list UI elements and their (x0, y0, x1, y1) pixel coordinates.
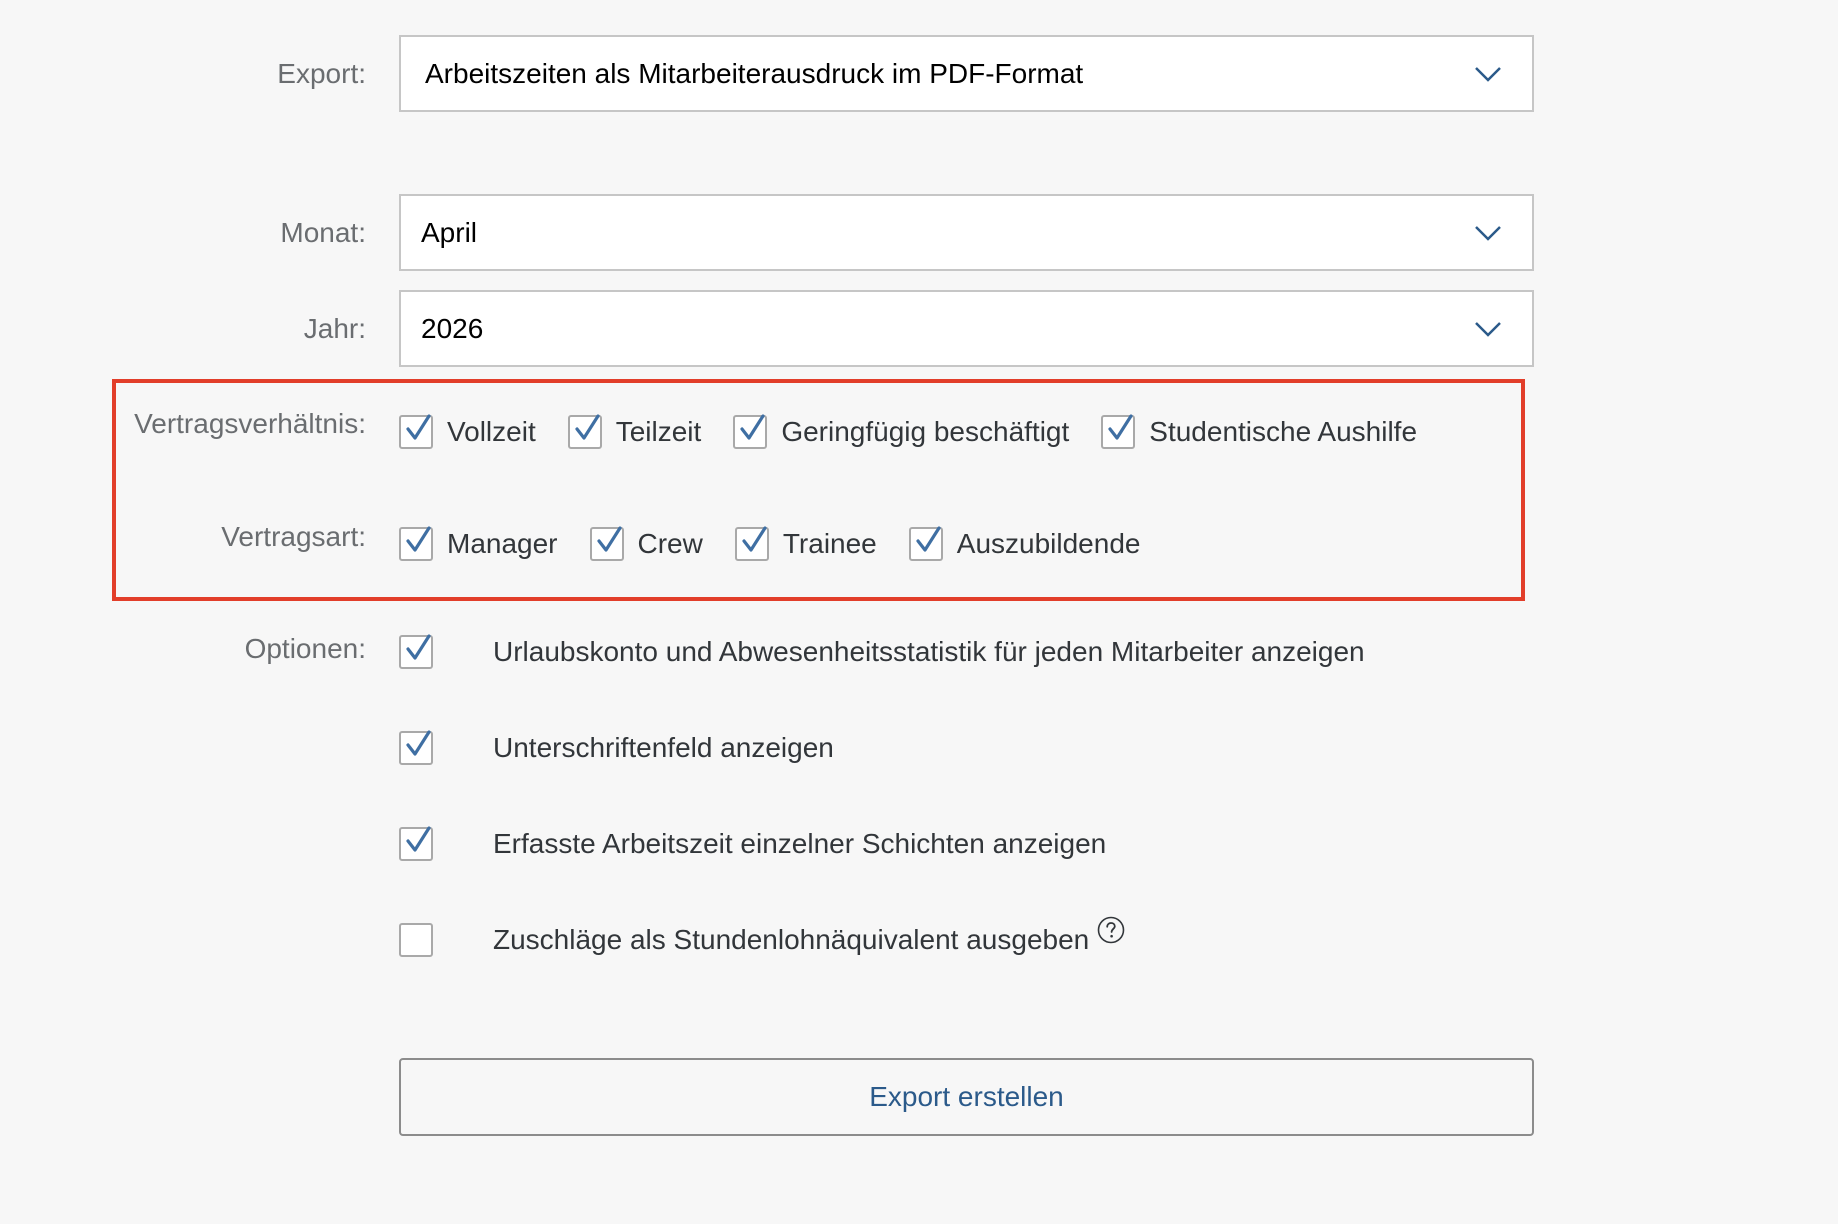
checkbox-box[interactable] (733, 414, 768, 449)
checkbox-box[interactable] (399, 730, 433, 765)
month-label: Monat: (280, 217, 366, 248)
checkbox-trainee[interactable]: Trainee (734, 526, 877, 561)
checkbox-box[interactable] (399, 526, 433, 561)
checkbox-box[interactable] (399, 634, 433, 669)
checkbox-label: Manager (447, 528, 558, 559)
checkmark-icon (406, 634, 431, 660)
year-select-value: 2026 (421, 312, 484, 344)
checkbox-label: Crew (637, 528, 703, 559)
export-label: Export: (277, 58, 366, 89)
month-select-value: April (421, 216, 478, 248)
checkbox-label: Teilzeit (615, 416, 702, 447)
checkbox-box[interactable] (908, 526, 943, 561)
option-erfasste-arbeitszeit[interactable]: Erfasste Arbeitszeit einzelner Schichten… (399, 824, 1106, 864)
contract-relationship-label: Vertragsverhältnis: (134, 408, 366, 439)
checkbox-box[interactable] (734, 526, 769, 561)
export-select-value: Arbeitszeiten als Mitarbeiterausdruck im… (425, 57, 1084, 89)
checkbox-box[interactable] (567, 414, 602, 449)
option-label: Zuschläge als Stundenlohnäquivalent ausg… (493, 924, 1090, 955)
checkbox-label: Auszubildende (956, 528, 1141, 559)
checkbox-geringfuegig[interactable]: Geringfügig beschäftigt (733, 414, 1070, 449)
question-circle-icon[interactable] (1097, 916, 1125, 944)
month-select[interactable]: April (399, 194, 1534, 271)
checkbox-box[interactable] (589, 526, 624, 561)
checkbox-label: Trainee (782, 528, 877, 559)
year-select[interactable]: 2026 (399, 290, 1534, 367)
checkmark-icon (406, 826, 431, 852)
option-urlaubskonto[interactable]: Urlaubskonto und Abwesenheitsstatistik f… (399, 632, 1365, 672)
option-zuschlaege[interactable]: Zuschläge als Stundenlohnäquivalent ausg… (399, 916, 1125, 960)
checkmark-icon (406, 730, 431, 756)
chevron-down-icon[interactable] (1468, 309, 1508, 349)
option-label: Unterschriftenfeld anzeigen (493, 732, 834, 763)
checkbox-studentische-aushilfe[interactable]: Studentische Aushilfe (1101, 414, 1418, 449)
export-select[interactable]: Arbeitszeiten als Mitarbeiterausdruck im… (399, 35, 1534, 112)
checkmark-icon (406, 414, 431, 440)
checkbox-box[interactable] (399, 923, 433, 957)
checkbox-crew[interactable]: Crew (589, 526, 703, 561)
checkmark-icon (575, 414, 600, 440)
year-label: Jahr: (303, 313, 366, 344)
options-label: Optionen: (244, 633, 366, 664)
export-create-button[interactable]: Export erstellen (399, 1058, 1534, 1136)
checkbox-label: Vollzeit (447, 416, 536, 447)
contract-type-row: Manager Crew Trainee Auszubildende (399, 524, 1172, 564)
checkmark-icon (916, 526, 941, 552)
checkbox-label: Studentische Aushilfe (1149, 416, 1418, 447)
checkbox-label: Geringfügig beschäftigt (781, 416, 1070, 447)
checkmark-icon (596, 526, 622, 552)
checkmark-icon (740, 414, 765, 440)
checkbox-box[interactable] (1101, 414, 1136, 449)
checkbox-teilzeit[interactable]: Teilzeit (567, 414, 702, 449)
checkbox-vollzeit[interactable]: Vollzeit (399, 414, 536, 449)
contract-type-label: Vertragsart: (221, 521, 366, 552)
checkbox-box[interactable] (399, 826, 433, 861)
checkmark-icon (1108, 414, 1133, 440)
checkbox-auszubildende[interactable]: Auszubildende (908, 526, 1141, 561)
chevron-down-icon[interactable] (1468, 54, 1508, 94)
option-label: Urlaubskonto und Abwesenheitsstatistik f… (493, 636, 1365, 667)
option-label: Erfasste Arbeitszeit einzelner Schichten… (493, 828, 1107, 859)
checkmark-icon (406, 526, 431, 552)
checkmark-icon (742, 526, 767, 552)
chevron-down-icon[interactable] (1468, 213, 1508, 253)
checkbox-box[interactable] (399, 414, 433, 449)
option-unterschriftenfeld[interactable]: Unterschriftenfeld anzeigen (399, 728, 834, 768)
contract-relationship-row: Vollzeit Teilzeit Geringfügig beschäftig… (399, 412, 1449, 452)
checkbox-manager[interactable]: Manager (399, 526, 558, 561)
